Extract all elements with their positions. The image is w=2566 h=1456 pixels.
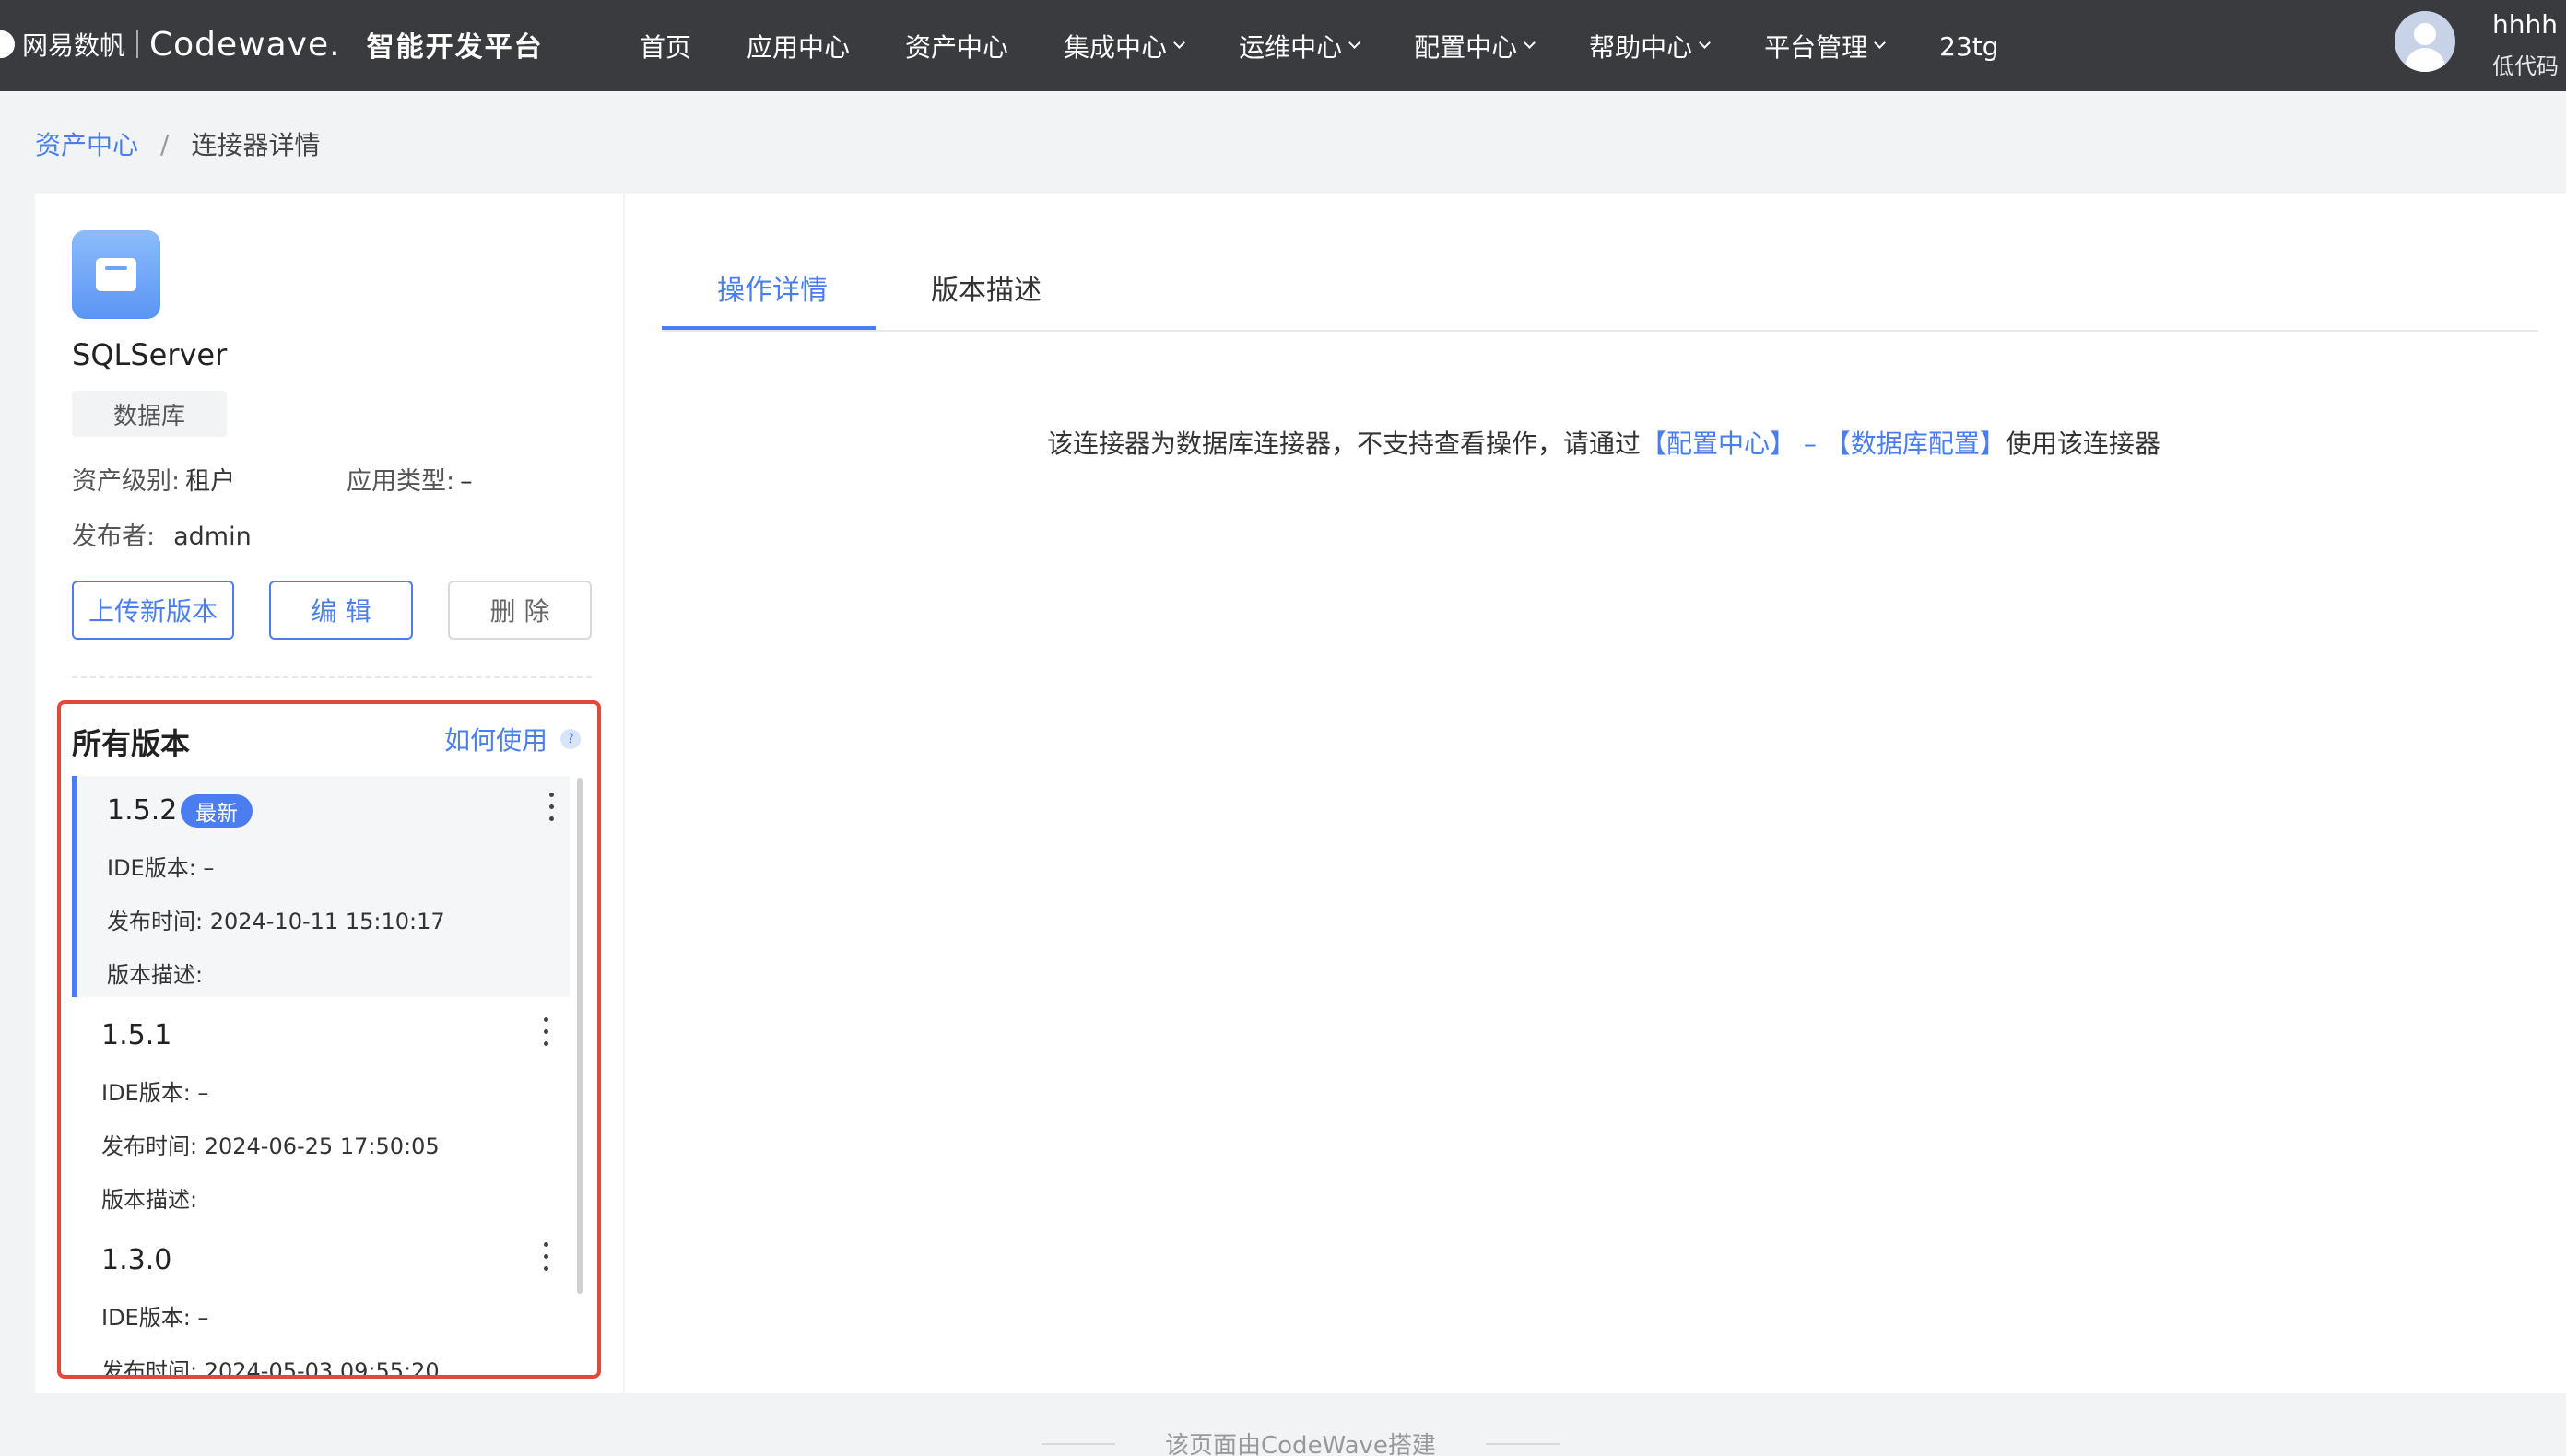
versions-list: 所有版本 如何使用 ? 1.5.2 最新 IDE版本: – 发布时间: 2024… <box>57 700 601 1379</box>
how-to-use-label: 如何使用 <box>444 725 548 756</box>
chevron-down-icon <box>1874 36 1886 49</box>
app-type-label: 应用类型: <box>347 467 455 496</box>
version-card[interactable]: 1.5.2 最新 IDE版本: – 发布时间: 2024-10-11 15:10… <box>72 776 570 997</box>
top-nav-bar: 网易数帆 Codewave. 智能开发平台 首页 应用中心 资产中心 集成中心 运维中心… <box>0 0 2566 91</box>
nav-item-label: 23tg <box>1939 30 1999 62</box>
more-options-icon[interactable] <box>536 1014 555 1051</box>
edit-button[interactable]: 编 辑 <box>269 581 413 640</box>
netease-logo-icon <box>0 30 15 58</box>
asset-level-label: 资产级别: <box>72 467 181 496</box>
versions-title: 所有版本 <box>72 726 191 761</box>
folder-icon <box>96 258 136 291</box>
breadcrumb-asset-center[interactable]: 资产中心 <box>35 125 138 162</box>
connector-name: SQLServer <box>72 337 228 372</box>
connector-notice: 该连接器为数据库连接器，不支持查看操作，请通过【配置中心】 – 【数据库配置】使… <box>1047 424 2160 461</box>
database-config-link[interactable]: 【数据库配置】 <box>1825 429 2006 459</box>
nav-item[interactable]: 资产中心 <box>905 28 1008 65</box>
publisher-value: admin <box>173 523 252 551</box>
nav-item-label: 配置中心 <box>1414 32 1518 63</box>
nav-item[interactable]: 平台管理 <box>1764 28 1886 65</box>
asset-level-value: 租户 <box>185 467 236 496</box>
nav-item-label: 应用中心 <box>747 32 851 63</box>
avatar-head-shape <box>2414 23 2436 45</box>
nav-item[interactable]: 运维中心 <box>1239 28 1360 65</box>
brand-netease: 网易数帆 <box>22 30 126 61</box>
nav-item-label: 资产中心 <box>905 32 1009 63</box>
chevron-down-icon <box>1699 36 1711 49</box>
version-number: 1.5.1 <box>101 1019 172 1051</box>
tab-version-description[interactable]: 版本描述 <box>931 267 1042 308</box>
main-nav: 首页 应用中心 资产中心 集成中心 运维中心 配置中心 帮助中心 平台管理 23tg <box>640 18 2054 74</box>
version-card[interactable]: 1.5.1 IDE版本: – 发布时间: 2024-06-25 17:50:05… <box>72 1001 570 1222</box>
nav-item[interactable]: 集成中心 <box>1064 28 1185 65</box>
help-icon: ? <box>560 729 582 749</box>
version-number: 1.5.2 <box>107 794 178 827</box>
notice-suffix: 使用该连接器 <box>2005 429 2160 459</box>
nav-item[interactable]: 首页 <box>640 28 691 65</box>
chevron-down-icon <box>1173 36 1185 49</box>
connector-icon <box>72 230 160 319</box>
nav-item-label: 运维中心 <box>1239 32 1343 63</box>
divider <box>72 676 592 678</box>
app-type-value: – <box>460 467 473 496</box>
brand-codewave: Codewave. <box>149 25 341 64</box>
latest-badge: 最新 <box>181 794 253 828</box>
footer-line-right <box>1485 1442 1560 1445</box>
version-number: 1.3.0 <box>101 1244 172 1276</box>
detail-panel: 操作详情 版本描述 该连接器为数据库连接器，不支持查看操作，请通过【配置中心】 … <box>625 194 2566 1393</box>
active-tab-indicator <box>662 326 876 330</box>
publish-time: 发布时间: 2024-05-03 09:55:20 <box>101 1358 440 1379</box>
nav-item-label: 首页 <box>640 32 692 63</box>
upload-version-button[interactable]: 上传新版本 <box>72 581 234 640</box>
version-description: 版本描述: <box>101 1187 198 1213</box>
nav-item-label: 集成中心 <box>1064 32 1168 63</box>
asset-level: 资产级别: 租户 <box>72 461 235 497</box>
publish-time: 发布时间: 2024-06-25 17:50:05 <box>101 1133 440 1159</box>
user-avatar[interactable] <box>2395 11 2455 72</box>
nav-item[interactable]: 应用中心 <box>747 28 850 65</box>
tab-operation-details[interactable]: 操作详情 <box>717 267 828 308</box>
user-role: 低代码 <box>2492 53 2559 79</box>
footer-line-left <box>1042 1442 1115 1445</box>
how-to-use-link[interactable]: 如何使用 ? <box>444 721 582 757</box>
notice-prefix: 该连接器为数据库连接器，不支持查看操作，请通过 <box>1047 429 1642 459</box>
delete-button[interactable]: 删 除 <box>448 581 592 640</box>
connector-type-tag: 数据库 <box>72 391 227 437</box>
nav-item[interactable]: 23tg <box>1939 31 1998 62</box>
nav-item-label: 帮助中心 <box>1589 32 1693 63</box>
nav-item-label: 平台管理 <box>1764 32 1868 63</box>
version-description: 版本描述: <box>107 962 204 988</box>
nav-item[interactable]: 配置中心 <box>1414 28 1536 65</box>
breadcrumb-current: 连接器详情 <box>191 130 321 160</box>
logo-divider <box>136 30 139 58</box>
app-type: 应用类型: – <box>347 461 473 497</box>
publish-time: 发布时间: 2024-10-11 15:10:17 <box>107 909 445 934</box>
publisher-label: 发布者: <box>72 523 156 551</box>
user-name[interactable]: hhhh <box>2492 9 2558 40</box>
ide-version: IDE版本: – <box>107 855 215 881</box>
avatar-body-shape <box>2405 48 2445 72</box>
more-options-icon[interactable] <box>536 1239 555 1275</box>
nav-item[interactable]: 帮助中心 <box>1589 28 1711 65</box>
footer: 该页面由CodeWave搭建 <box>1042 1427 1560 1456</box>
notice-dash: – <box>1795 429 1825 459</box>
scrollbar[interactable] <box>577 778 583 1294</box>
publisher: 发布者: admin <box>72 516 252 552</box>
config-center-link[interactable]: 【配置中心】 <box>1641 429 1795 459</box>
ide-version: IDE版本: – <box>101 1080 209 1106</box>
footer-text: 该页面由CodeWave搭建 <box>1165 1432 1436 1456</box>
brand-title: 智能开发平台 <box>366 31 544 64</box>
chevron-down-icon <box>1524 36 1536 49</box>
chevron-down-icon <box>1348 36 1360 49</box>
ide-version: IDE版本: – <box>101 1305 209 1331</box>
breadcrumb-separator: / <box>160 128 170 159</box>
breadcrumb: 资产中心 / 连接器详情 <box>35 125 320 162</box>
tabs: 操作详情 版本描述 <box>662 249 2538 332</box>
logo[interactable]: 网易数帆 Codewave. 智能开发平台 <box>0 17 544 72</box>
connector-info-panel: SQLServer 数据库 资产级别: 租户 应用类型: – 发布者: admin 上… <box>35 194 623 1393</box>
version-card[interactable]: 1.3.0 IDE版本: – 发布时间: 2024-05-03 09:55:20 <box>72 1226 570 1379</box>
more-options-icon[interactable] <box>542 789 560 826</box>
